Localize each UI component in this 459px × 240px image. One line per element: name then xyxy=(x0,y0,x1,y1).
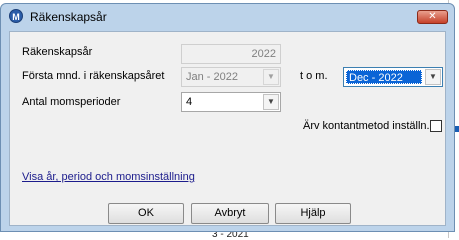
last-month-select[interactable]: Dec - 2022 ▼ xyxy=(343,67,443,87)
vat-periods-select[interactable]: 4 ▼ xyxy=(181,92,281,112)
dialog-title: Räkenskapsår xyxy=(30,10,107,24)
inherit-cash-checkbox[interactable] xyxy=(430,120,442,132)
selected-text-highlight: Dec - 2022 xyxy=(346,70,422,84)
close-button[interactable]: ✕ xyxy=(417,10,448,24)
first-month-select: Jan - 2022 ▼ xyxy=(181,67,281,87)
to-label: t o m. xyxy=(300,70,328,82)
app-logo-icon: M xyxy=(9,9,23,23)
last-month-value: Dec - 2022 xyxy=(349,72,403,84)
cancel-button[interactable]: Avbryt xyxy=(191,203,269,224)
ok-button[interactable]: OK xyxy=(108,203,184,224)
first-month-label: Första mnd. i räkenskapsåret xyxy=(22,70,165,82)
year-field: 2022 xyxy=(181,44,281,64)
close-icon: ✕ xyxy=(428,11,437,22)
year-value: 2022 xyxy=(251,48,276,60)
vat-periods-label: Antal momsperioder xyxy=(22,96,121,108)
chevron-down-icon: ▼ xyxy=(263,69,279,85)
chevron-down-icon[interactable]: ▼ xyxy=(263,94,279,110)
year-label: Räkenskapsår xyxy=(22,46,93,58)
title-bar[interactable]: M Räkenskapsår ✕ xyxy=(1,4,454,31)
show-settings-link[interactable]: Visa år, period och momsinställning xyxy=(22,171,195,183)
fiscal-year-dialog: M Räkenskapsår ✕ Räkenskapsår 2022 Först… xyxy=(0,3,455,232)
first-month-value: Jan - 2022 xyxy=(186,71,238,83)
vat-periods-value: 4 xyxy=(186,96,193,108)
help-button[interactable]: Hjälp xyxy=(275,203,351,224)
dialog-body: Räkenskapsår 2022 Första mnd. i räkenska… xyxy=(9,31,446,226)
inherit-cash-label: Ärv kontantmetod inställn. xyxy=(303,120,430,132)
chevron-down-icon[interactable]: ▼ xyxy=(425,69,441,85)
